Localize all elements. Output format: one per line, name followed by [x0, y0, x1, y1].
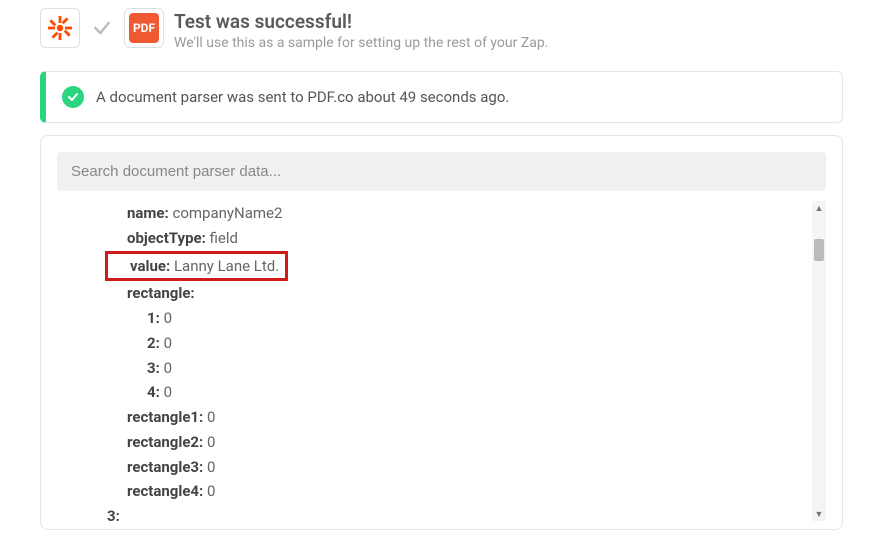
zapier-icon — [40, 8, 80, 48]
checkmark-icon — [90, 16, 114, 40]
status-message: A document parser was sent to PDF.co abo… — [96, 88, 509, 106]
page-subtitle: We'll use this as a sample for setting u… — [174, 35, 548, 51]
pdf-badge: PDF — [129, 13, 159, 43]
data-scroll-area[interactable]: name: companyName2 objectType: field val… — [57, 201, 826, 521]
header-row: PDF Test was successful! We'll use this … — [0, 0, 883, 63]
search-input[interactable] — [57, 152, 826, 191]
scroll-down-icon[interactable]: ▼ — [812, 507, 826, 521]
data-row: objectType: field — [127, 226, 808, 251]
data-row: rectangle3: 0 — [127, 455, 808, 480]
data-row: 4: 0 — [127, 380, 808, 405]
data-row: 3: 0 — [127, 356, 808, 381]
data-row: rectangle1: 0 — [127, 405, 808, 430]
data-row: rectangle2: 0 — [127, 430, 808, 455]
success-check-icon — [62, 86, 84, 108]
scroll-thumb[interactable] — [814, 239, 824, 261]
scroll-up-icon[interactable]: ▲ — [812, 201, 826, 215]
data-row: 2: 0 — [127, 331, 808, 356]
scrollbar[interactable]: ▲ ▼ — [812, 201, 826, 521]
data-row: rectangle: — [127, 281, 808, 306]
data-row: 1: 0 — [127, 306, 808, 331]
pdfco-icon: PDF — [124, 8, 164, 48]
data-row-highlighted: value: Lanny Lane Ltd. — [127, 251, 808, 282]
page-title: Test was successful! — [174, 10, 548, 33]
status-bar: A document parser was sent to PDF.co abo… — [40, 71, 843, 123]
data-row: name: companyName2 — [127, 201, 808, 226]
data-index: 3: — [107, 504, 808, 521]
results-panel: name: companyName2 objectType: field val… — [40, 135, 843, 530]
data-row: rectangle4: 0 — [127, 479, 808, 504]
